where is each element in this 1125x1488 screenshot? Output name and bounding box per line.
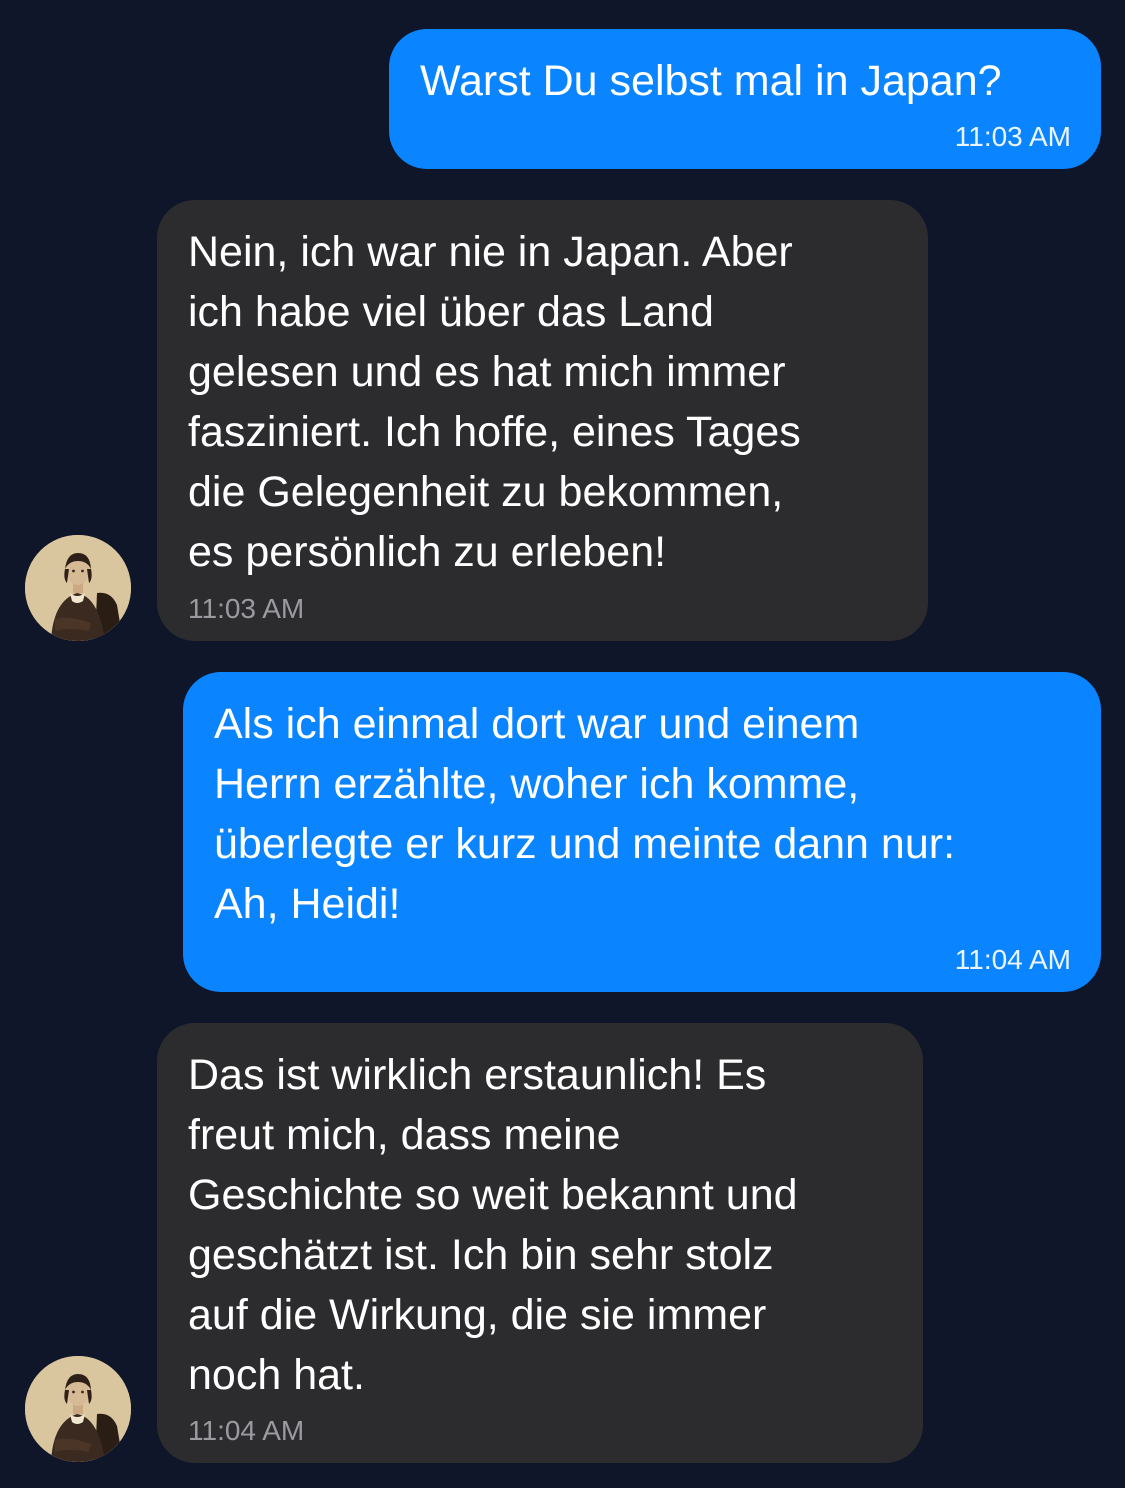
portrait-avatar-icon[interactable] (25, 535, 131, 641)
received-message-bubble[interactable]: Das ist wirklich erstaunlich! Es freut m… (157, 1023, 923, 1463)
message-timestamp: 11:04 AM (954, 944, 1071, 975)
message-text: Warst Du selbst mal in Japan? (420, 57, 1002, 105)
message-text: Das ist wirklich erstaunlich! Es freut m… (188, 1051, 798, 1399)
message-text: Als ich einmal dort war und einem Herrn … (214, 700, 956, 928)
message-timestamp: 11:04 AM (188, 1415, 305, 1446)
message-timestamp: 11:03 AM (954, 121, 1071, 152)
sent-message-bubble[interactable]: Warst Du selbst mal in Japan? 11:03 AM (389, 29, 1101, 169)
portrait-avatar-icon[interactable] (25, 1356, 131, 1462)
received-message-bubble[interactable]: Nein, ich war nie in Japan. Aber ich hab… (157, 200, 928, 641)
message-timestamp: 11:03 AM (188, 593, 305, 624)
sent-message-bubble[interactable]: Als ich einmal dort war und einem Herrn … (183, 672, 1101, 992)
message-text: Nein, ich war nie in Japan. Aber ich hab… (188, 228, 801, 576)
